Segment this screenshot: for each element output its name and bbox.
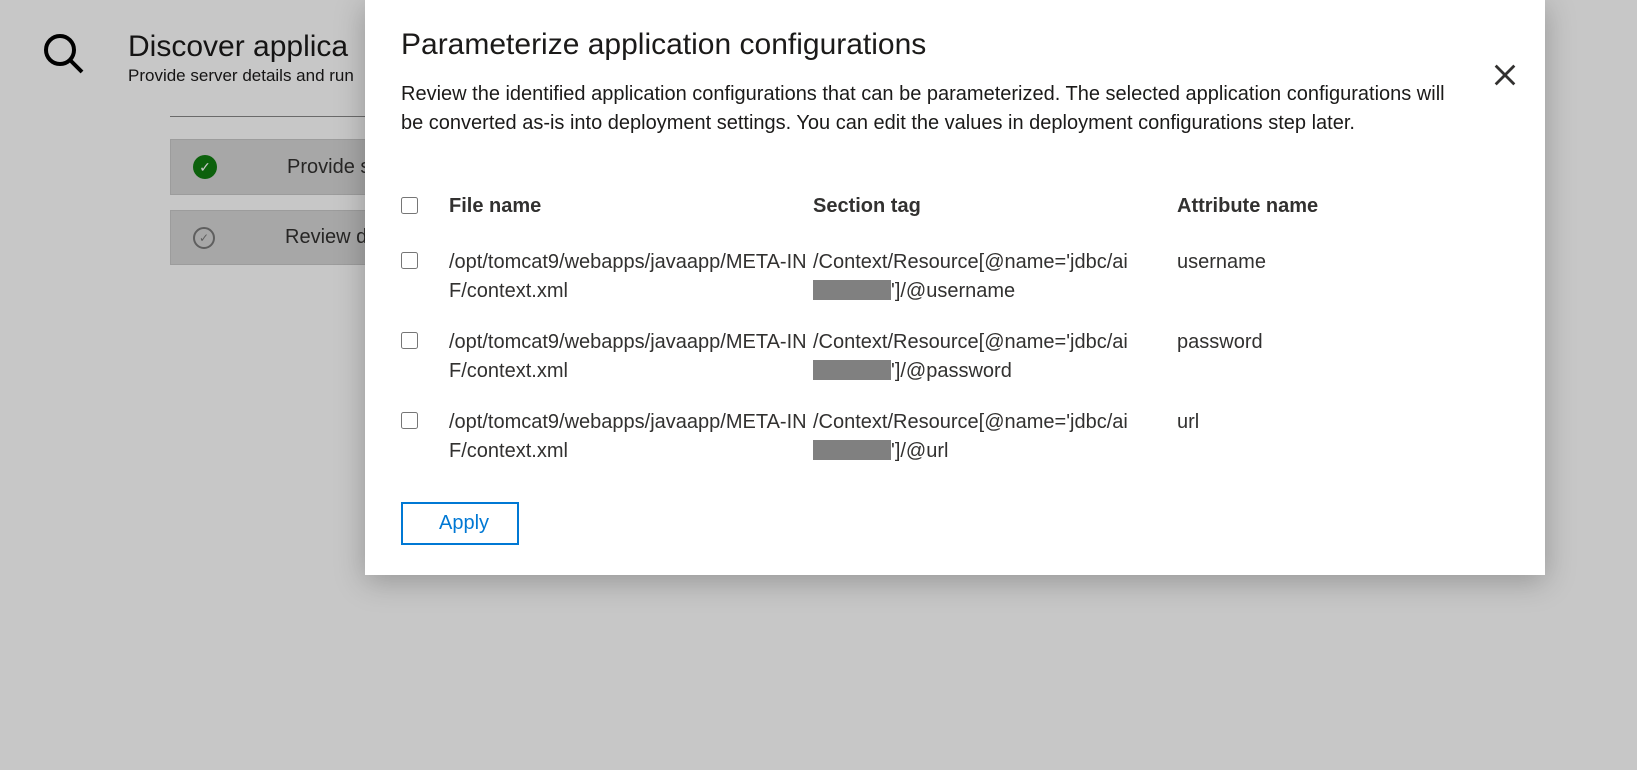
column-attribute-name: Attribute name [1177, 195, 1457, 218]
modal-description: Review the identified application config… [401, 80, 1466, 138]
close-button[interactable] [1485, 55, 1525, 95]
page-title: Discover applica [128, 30, 354, 64]
modal-title: Parameterize application configurations [401, 28, 1509, 62]
row-checkbox[interactable] [401, 412, 418, 429]
attribute-name-cell: url [1177, 408, 1457, 437]
apply-button[interactable]: Apply [401, 502, 519, 545]
redacted-box [813, 360, 891, 380]
checkmark-outline-icon: ✓ [193, 227, 215, 249]
section-tag-cell: /Context/Resource[@name='jdbc/ai']/@url [813, 408, 1173, 466]
config-table-header: File name Section tag Attribute name [401, 193, 1509, 220]
section-tag-cell: /Context/Resource[@name='jdbc/ai']/@user… [813, 248, 1173, 306]
config-row: /opt/tomcat9/webapps/javaapp/META-INF/co… [401, 408, 1509, 466]
column-section-tag: Section tag [813, 195, 1173, 218]
column-file-name: File name [449, 195, 809, 218]
file-name-cell: /opt/tomcat9/webapps/javaapp/META-INF/co… [449, 248, 809, 306]
select-all-checkbox[interactable] [401, 197, 418, 214]
config-row: /opt/tomcat9/webapps/javaapp/META-INF/co… [401, 328, 1509, 386]
row-checkbox[interactable] [401, 252, 418, 269]
search-icon [40, 30, 88, 83]
checkmark-filled-icon: ✓ [193, 155, 217, 179]
attribute-name-cell: username [1177, 248, 1457, 277]
parameterize-modal: Parameterize application configurations … [365, 0, 1545, 575]
file-name-cell: /opt/tomcat9/webapps/javaapp/META-INF/co… [449, 328, 809, 386]
row-checkbox[interactable] [401, 332, 418, 349]
redacted-box [813, 440, 891, 460]
attribute-name-cell: password [1177, 328, 1457, 357]
configurations-table: File name Section tag Attribute name /op… [401, 193, 1509, 466]
config-row: /opt/tomcat9/webapps/javaapp/META-INF/co… [401, 248, 1509, 306]
section-tag-cell: /Context/Resource[@name='jdbc/ai']/@pass… [813, 328, 1173, 386]
page-subtitle: Provide server details and run [128, 66, 354, 86]
redacted-box [813, 280, 891, 300]
file-name-cell: /opt/tomcat9/webapps/javaapp/META-INF/co… [449, 408, 809, 466]
